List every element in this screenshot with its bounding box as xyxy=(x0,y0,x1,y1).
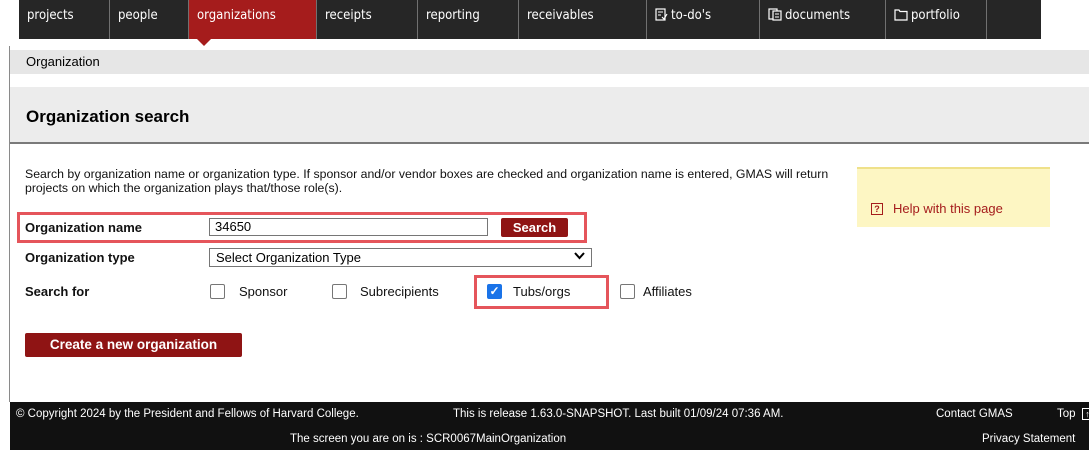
create-organization-button[interactable]: Create a new organization xyxy=(25,333,242,357)
page-title: Organization search xyxy=(26,107,190,126)
nav-item-organizations[interactable]: organizations xyxy=(189,0,317,46)
nav-item-people[interactable]: people xyxy=(110,0,189,39)
nav-label: reporting xyxy=(426,8,480,23)
nav-label: receivables xyxy=(527,8,594,23)
nav-label: to-do's xyxy=(671,8,712,23)
organization-type-label: Organization type xyxy=(25,250,135,265)
organization-name-label: Organization name xyxy=(25,220,143,235)
nav-label: receipts xyxy=(325,8,372,23)
checklist-icon xyxy=(655,8,668,25)
organization-name-input[interactable]: 34650 xyxy=(209,218,488,236)
top-navigation: projects people organizations receipts r… xyxy=(0,0,1089,46)
nav-label: people xyxy=(118,8,158,23)
search-description: Search by organization name or organizat… xyxy=(25,167,829,195)
affiliates-checkbox[interactable] xyxy=(620,284,635,299)
active-tab-caret-icon xyxy=(197,39,211,46)
help-link[interactable]: ? Help with this page xyxy=(871,201,1003,216)
help-label: Help with this page xyxy=(893,201,1003,216)
search-button[interactable]: Search xyxy=(501,218,568,237)
tubs-orgs-label: Tubs/orgs xyxy=(513,284,571,299)
subrecipients-label: Subrecipients xyxy=(360,284,439,299)
organization-name-value: 34650 xyxy=(215,219,252,234)
chevron-down-icon xyxy=(574,250,585,264)
nav-label: projects xyxy=(27,8,74,23)
contact-link[interactable]: Contact GMAS xyxy=(936,408,1013,420)
release-text: This is release 1.63.0-SNAPSHOT. Last bu… xyxy=(453,408,784,420)
breadcrumb: Organization xyxy=(10,50,1089,74)
screen-id-text: The screen you are on is : SCR0067MainOr… xyxy=(290,433,567,445)
help-box: ? Help with this page xyxy=(857,167,1050,227)
nav-item-projects[interactable]: projects xyxy=(19,0,110,39)
organization-type-selected: Select Organization Type xyxy=(216,250,362,265)
nav-label: portfolio xyxy=(911,8,960,23)
privacy-link[interactable]: Privacy Statement xyxy=(982,433,1075,445)
nav-item-documents[interactable]: documents xyxy=(760,0,886,39)
subrecipients-checkbox[interactable] xyxy=(332,284,347,299)
tubs-orgs-checkbox[interactable]: ✓ xyxy=(487,284,502,299)
nav-bar: projects people organizations receipts r… xyxy=(19,0,1041,46)
search-for-label: Search for xyxy=(25,284,90,299)
nav-item-portfolio[interactable]: portfolio xyxy=(886,0,987,39)
documents-icon xyxy=(768,8,782,25)
nav-item-receipts[interactable]: receipts xyxy=(317,0,418,39)
nav-label: organizations xyxy=(197,8,276,23)
footer: © Copyright 2024 by the President and Fe… xyxy=(10,402,1089,450)
nav-item-todos[interactable]: to-do's xyxy=(647,0,760,39)
top-link[interactable]: Top ↑ xyxy=(1057,408,1089,420)
copyright-text: © Copyright 2024 by the President and Fe… xyxy=(16,408,359,420)
arrow-up-icon: ↑ xyxy=(1081,408,1089,420)
page-title-band: Organization search xyxy=(10,87,1089,144)
affiliates-label: Affiliates xyxy=(643,284,692,299)
nav-item-receivables[interactable]: receivables xyxy=(519,0,647,39)
nav-label: documents xyxy=(785,8,851,23)
nav-item-reporting[interactable]: reporting xyxy=(418,0,519,39)
top-label: Top xyxy=(1057,408,1076,420)
sponsor-checkbox[interactable] xyxy=(210,284,225,299)
sponsor-label: Sponsor xyxy=(239,284,288,299)
help-icon: ? xyxy=(871,202,883,215)
folder-icon xyxy=(894,8,908,25)
organization-type-select[interactable]: Select Organization Type xyxy=(209,248,592,267)
